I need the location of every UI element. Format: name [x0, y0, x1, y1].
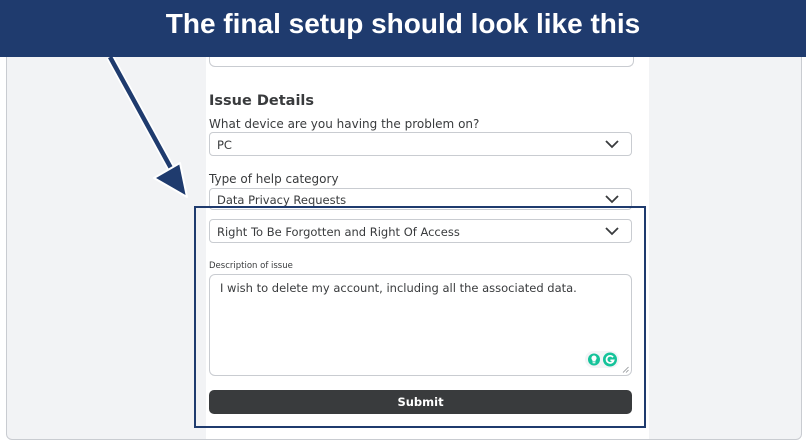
- device-select[interactable]: PC: [209, 132, 632, 156]
- title-banner: The final setup should look like this: [0, 0, 806, 57]
- highlight-box: [194, 206, 646, 428]
- device-label: What device are you having the problem o…: [209, 117, 480, 131]
- chevron-down-icon: [605, 140, 619, 149]
- banner-title: The final setup should look like this: [165, 8, 641, 39]
- help-category-label: Type of help category: [209, 172, 339, 186]
- chevron-down-icon: [605, 195, 619, 204]
- help-category-select-value: Data Privacy Requests: [217, 193, 347, 207]
- section-title: Issue Details: [209, 93, 315, 109]
- device-select-value: PC: [217, 138, 232, 152]
